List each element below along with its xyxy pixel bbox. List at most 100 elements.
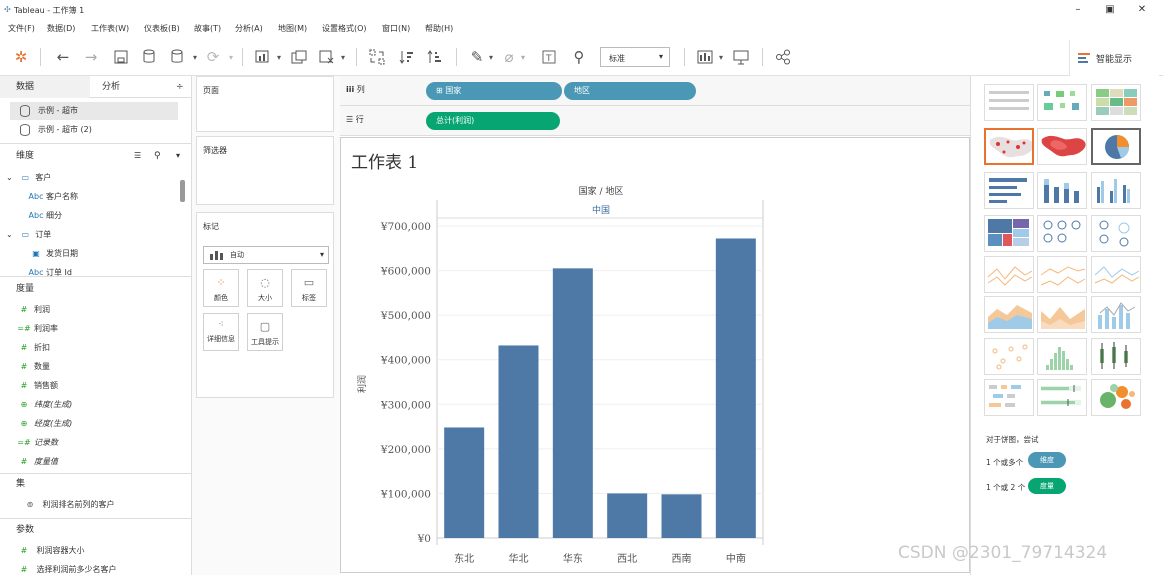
- mark-type-select[interactable]: 自动 ▾: [203, 246, 329, 264]
- menu-format[interactable]: 设置格式(O): [322, 23, 367, 34]
- detail-button[interactable]: ⁖ 详细信息: [203, 313, 239, 351]
- filters-card[interactable]: 筛选器: [196, 136, 334, 205]
- chevron-down-icon[interactable]: ▾: [274, 46, 284, 68]
- undo-icon[interactable]: ←: [52, 46, 74, 68]
- pin-icon[interactable]: ⚲: [568, 46, 590, 68]
- duplicate-sheet-icon[interactable]: [288, 46, 310, 68]
- view-options-icon[interactable]: ☰: [134, 146, 141, 166]
- menu-dashboard[interactable]: 仪表板(B): [144, 23, 180, 34]
- scatter-plot-thumb[interactable]: [984, 338, 1034, 375]
- chevron-down-icon[interactable]: ▾: [486, 46, 496, 68]
- dimension-field[interactable]: Abc 客户名称: [26, 187, 78, 206]
- columns-shelf[interactable]: iii 列 ⊞ 国家 地区: [340, 76, 970, 106]
- area-continuous-thumb[interactable]: [984, 296, 1034, 333]
- measure-field[interactable]: # 数量: [14, 357, 50, 376]
- tab-data[interactable]: 数据: [0, 76, 90, 98]
- box-whisker-thumb[interactable]: [1091, 338, 1141, 375]
- packed-bubbles-thumb[interactable]: [1091, 379, 1141, 416]
- menu-data[interactable]: 数据(D): [47, 23, 75, 34]
- line-discrete-thumb[interactable]: [1037, 256, 1087, 293]
- dimensions-scrollbar[interactable]: [180, 180, 185, 202]
- measure-field[interactable]: ⊕ 经度(生成): [14, 414, 73, 433]
- expand-chevron-icon[interactable]: ⌄: [6, 173, 15, 182]
- tab-options-icon[interactable]: ÷: [176, 76, 188, 98]
- swap-rows-columns-icon[interactable]: [366, 46, 388, 68]
- side-by-side-circles-thumb[interactable]: [1091, 215, 1141, 252]
- parameter-item[interactable]: # 利润容器大小: [14, 541, 85, 560]
- expand-chevron-icon[interactable]: ⌄: [6, 230, 15, 239]
- datasource-item[interactable]: 示例 - 超市 (2): [10, 121, 178, 139]
- datasource-menu-icon[interactable]: [166, 46, 188, 68]
- measure-field[interactable]: # 销售额: [14, 376, 58, 395]
- column-pill-region[interactable]: 地区: [564, 82, 696, 100]
- treemap-thumb[interactable]: [984, 215, 1034, 252]
- horizontal-bars-thumb[interactable]: [984, 172, 1034, 209]
- line-continuous-thumb[interactable]: [984, 256, 1034, 293]
- area-discrete-thumb[interactable]: [1037, 296, 1087, 333]
- bar[interactable]: [661, 494, 702, 538]
- sort-ascending-icon[interactable]: [396, 46, 418, 68]
- label-button[interactable]: ▭ 标签: [291, 269, 327, 307]
- measure-field[interactable]: ⊕ 纬度(生成): [14, 395, 73, 414]
- show-me-button[interactable]: 智能显示: [1069, 40, 1159, 76]
- new-worksheet-icon[interactable]: [252, 46, 274, 68]
- share-icon[interactable]: [772, 46, 794, 68]
- chevron-down-icon[interactable]: ▾: [716, 46, 726, 68]
- menu-file[interactable]: 文件(F): [8, 23, 35, 34]
- histogram-thumb[interactable]: [1037, 338, 1087, 375]
- presentation-mode-icon[interactable]: [730, 46, 752, 68]
- dimension-field[interactable]: ▣ 发货日期: [26, 244, 78, 263]
- clear-sheet-icon[interactable]: [316, 46, 338, 68]
- bar[interactable]: [607, 493, 648, 538]
- dual-combination-thumb[interactable]: [1091, 296, 1141, 333]
- chevron-down-icon[interactable]: ▾: [190, 46, 200, 68]
- measure-field[interactable]: =# 记录数: [14, 433, 58, 452]
- close-button[interactable]: ✕: [1130, 3, 1154, 17]
- menu-analysis[interactable]: 分析(A): [235, 23, 263, 34]
- row-pill-profit[interactable]: 总计(利润): [426, 112, 560, 130]
- dimension-field[interactable]: ⌄ ▭ 订单: [6, 225, 51, 244]
- tab-analysis[interactable]: 分析: [102, 76, 162, 98]
- dual-lines-thumb[interactable]: [1091, 256, 1141, 293]
- refresh-icon[interactable]: ⟳: [202, 46, 224, 68]
- search-icon[interactable]: ⚲: [154, 146, 161, 166]
- label-text-icon[interactable]: T: [538, 46, 560, 68]
- bar[interactable]: [498, 345, 539, 538]
- color-button[interactable]: ⁘ 颜色: [203, 269, 239, 307]
- chevron-down-icon[interactable]: ▾: [176, 146, 180, 166]
- new-datasource-icon[interactable]: [138, 46, 160, 68]
- menu-window[interactable]: 窗口(N): [382, 23, 410, 34]
- set-item[interactable]: ⊚ 利润排名前列的客户: [20, 495, 115, 514]
- measure-field[interactable]: # 度量值: [14, 452, 58, 471]
- bar[interactable]: [715, 238, 756, 538]
- pie-chart-thumb[interactable]: [1091, 128, 1141, 165]
- sort-descending-icon[interactable]: [424, 46, 446, 68]
- save-icon[interactable]: [110, 46, 132, 68]
- tableau-home-icon[interactable]: ✲: [10, 46, 32, 68]
- highlight-table-thumb[interactable]: [1091, 84, 1141, 121]
- bar[interactable]: [444, 427, 485, 538]
- datasource-item[interactable]: 示例 - 超市: [10, 102, 178, 120]
- parameter-item[interactable]: # 选择利润前多少名客户: [14, 560, 117, 579]
- gantt-thumb[interactable]: [984, 379, 1034, 416]
- chevron-down-icon[interactable]: ▾: [338, 46, 348, 68]
- circle-views-thumb[interactable]: [1037, 215, 1087, 252]
- heat-map-thumb[interactable]: [1037, 84, 1087, 121]
- symbol-map-thumb[interactable]: [984, 128, 1034, 165]
- pages-card[interactable]: 页面: [196, 76, 334, 132]
- fit-select[interactable]: 标准 ▾: [600, 47, 670, 67]
- size-button[interactable]: ◌ 大小: [247, 269, 283, 307]
- redo-icon[interactable]: →: [80, 46, 102, 68]
- measure-field[interactable]: # 折扣: [14, 338, 50, 357]
- dimension-field[interactable]: Abc 细分: [26, 206, 62, 225]
- filled-map-thumb[interactable]: [1037, 128, 1087, 165]
- rows-shelf[interactable]: ☰ 行 总计(利润): [340, 106, 970, 136]
- highlight-pen-icon[interactable]: ✎: [468, 46, 486, 68]
- column-pill-country[interactable]: ⊞ 国家: [426, 82, 562, 100]
- stacked-bars-thumb[interactable]: [1037, 172, 1087, 209]
- bar[interactable]: [552, 268, 593, 538]
- tooltip-button[interactable]: ▢ 工具提示: [247, 313, 283, 351]
- menu-story[interactable]: 故事(T): [194, 23, 221, 34]
- dimension-field[interactable]: ⌄ ▭ 客户: [6, 168, 51, 187]
- menu-map[interactable]: 地图(M): [278, 23, 307, 34]
